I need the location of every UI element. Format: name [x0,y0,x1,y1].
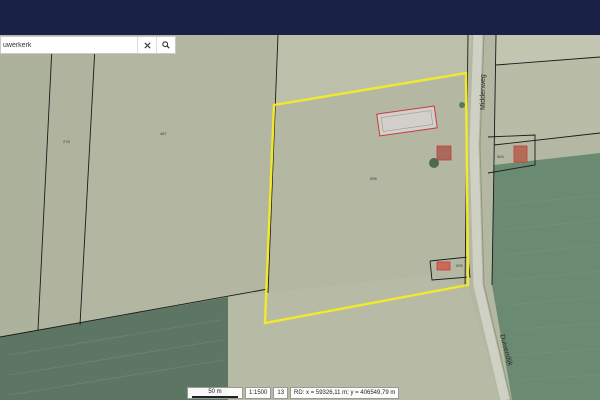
tree-cluster [429,158,439,168]
map-view[interactable]: 278 487 598 594 595 Middenweg Duivendijk [0,35,600,400]
clear-search-button[interactable] [137,37,156,53]
parcel-label-middle: 487 [160,131,167,136]
top-bar [0,0,600,35]
search-icon [162,41,170,49]
scale-ratio: 1:1500 [245,387,272,399]
scale-bar-line [192,395,238,398]
coordinate-readout-value: RD: x = 59326,11 m; y = 406549,79 m [294,390,396,396]
farm-house [436,145,452,161]
coordinate-readout: RD: x = 59326,11 m; y = 406549,79 m [290,387,400,399]
search-button[interactable] [156,37,175,53]
tree-cluster [459,102,465,108]
field-large [80,35,278,325]
parcel-label-selected: 598 [370,176,377,181]
zoom-level-value: 13 [277,390,285,396]
parcel-label-west: 278 [63,139,70,144]
scale-bar: 50 m [187,387,243,399]
search-bar[interactable]: uwerkerk [0,36,176,54]
close-icon [143,41,151,49]
scale-ratio-value: 1:1500 [249,390,268,396]
parcel-label-south: 595 [456,263,463,268]
zoom-level: 13 [273,387,289,399]
road-label-north: Middenweg [480,74,487,110]
scale-bar-label: 50 m [208,388,222,395]
parcel-label-east: 594 [497,154,504,159]
east-house [513,145,528,163]
field-south [228,275,500,400]
search-input[interactable]: uwerkerk [1,42,137,49]
status-bar: 50 m 1:1500 13 RD: x = 59326,11 m; y = 4… [187,387,401,399]
south-house [436,261,451,271]
